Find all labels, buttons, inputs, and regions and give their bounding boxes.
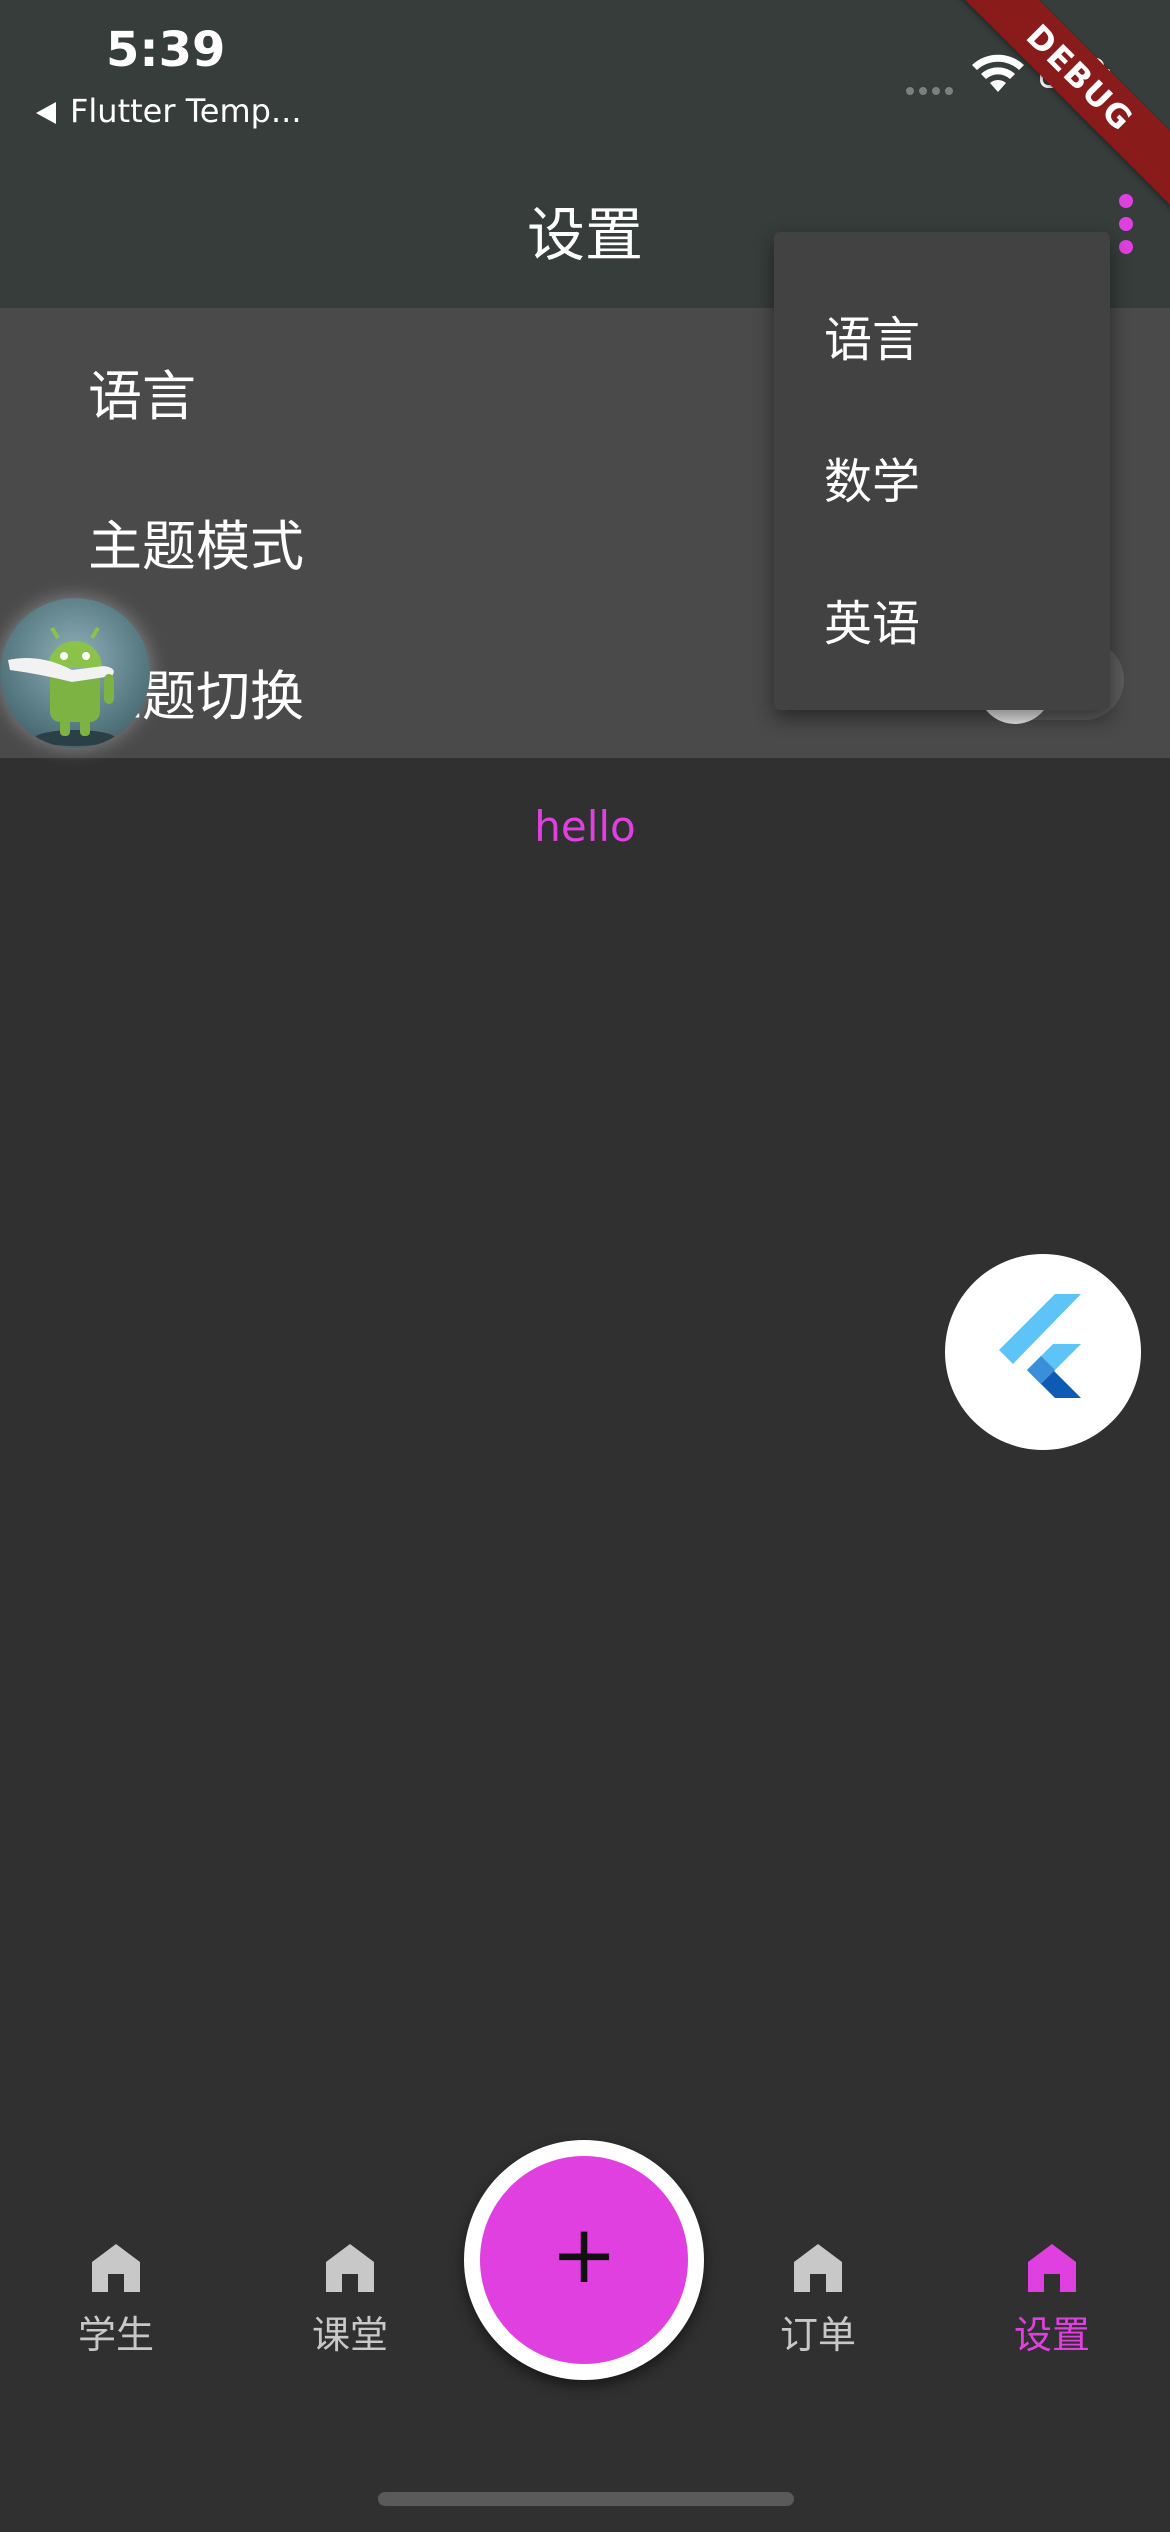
- hello-text: hello: [534, 802, 636, 851]
- flutter-logo-icon: [999, 1294, 1081, 1398]
- home-icon: [92, 2244, 140, 2292]
- menu-item-math[interactable]: 数学: [824, 442, 920, 512]
- home-icon: [794, 2244, 842, 2292]
- setting-item-theme-mode[interactable]: 主题模式: [88, 502, 304, 581]
- more-vert-icon[interactable]: [1112, 194, 1140, 258]
- nav-item-orders[interactable]: 订单: [748, 2240, 888, 2359]
- home-icon: [326, 2244, 374, 2292]
- back-app-label: Flutter Temp...: [70, 92, 302, 130]
- nav-label: 设置: [1013, 2313, 1090, 2357]
- android-robot-icon: [8, 626, 115, 746]
- home-indicator[interactable]: [378, 2492, 794, 2506]
- wifi-icon: [972, 54, 1024, 92]
- setting-item-language[interactable]: 语言: [88, 352, 196, 431]
- status-time: 5:39: [106, 22, 226, 78]
- add-button[interactable]: +: [480, 2156, 688, 2364]
- nav-label: 订单: [779, 2313, 856, 2357]
- menu-item-english[interactable]: 英语: [824, 584, 920, 654]
- back-to-app-link[interactable]: Flutter Temp...: [36, 92, 301, 130]
- popup-menu: 语言 数学 英语: [774, 232, 1110, 710]
- nav-label: 课堂: [311, 2313, 388, 2357]
- nav-item-students[interactable]: 学生: [46, 2240, 186, 2359]
- back-triangle-icon: [36, 102, 56, 124]
- nav-item-settings[interactable]: 设置: [982, 2240, 1122, 2359]
- home-icon: [1028, 2244, 1076, 2292]
- nav-label: 学生: [77, 2313, 154, 2357]
- menu-item-language[interactable]: 语言: [824, 300, 920, 370]
- nav-item-classroom[interactable]: 课堂: [280, 2240, 420, 2359]
- cellular-signal-icon: [906, 80, 958, 99]
- flutter-fab[interactable]: [945, 1254, 1141, 1450]
- android-avatar[interactable]: [0, 598, 150, 748]
